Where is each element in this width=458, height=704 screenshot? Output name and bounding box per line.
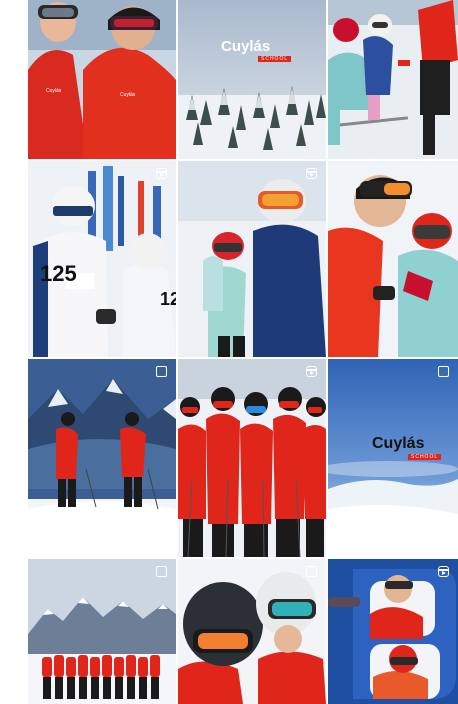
brand-logo-subtext: SCHOOL — [258, 56, 292, 62]
reel-icon — [156, 168, 167, 179]
brand-logo: Cuylás — [221, 38, 271, 55]
post-tile-4[interactable]: 125 12 — [28, 161, 176, 357]
post-tile-2[interactable]: Cuylás SCHOOL — [178, 0, 326, 159]
reel-icon — [306, 366, 317, 377]
post-tile-5[interactable] — [178, 161, 326, 357]
brand-logo: Cuylás — [372, 435, 425, 452]
brand-logo-subtext: SCHOOL — [408, 454, 442, 460]
post-tile-6[interactable] — [328, 161, 458, 357]
jacket-logo: Cuylás — [120, 92, 136, 98]
post-tile-3[interactable] — [328, 0, 458, 159]
post-tile-12[interactable] — [328, 559, 458, 704]
post-tile-11[interactable] — [178, 559, 326, 704]
multiple-photos-icon — [438, 366, 449, 377]
post-tile-7[interactable] — [28, 359, 176, 557]
reel-icon — [306, 168, 317, 179]
multiple-photos-icon — [306, 566, 317, 577]
post-tile-10[interactable] — [28, 559, 176, 704]
post-tile-8[interactable] — [178, 359, 326, 557]
jacket-logo: Cuylás — [46, 88, 62, 94]
post-tile-9[interactable]: Cuylás SCHOOL — [328, 359, 458, 557]
racer-bib-number: 125 — [40, 261, 77, 286]
racer-bib-number: 12 — [160, 289, 176, 309]
multiple-photos-icon — [156, 366, 167, 377]
reel-icon — [438, 566, 449, 577]
post-grid: Cuylás Cuylás Cuylás SCHOOL 125 12 Cuylá… — [28, 0, 458, 704]
multiple-photos-icon — [156, 566, 167, 577]
post-tile-1[interactable]: Cuylás Cuylás — [28, 0, 176, 159]
